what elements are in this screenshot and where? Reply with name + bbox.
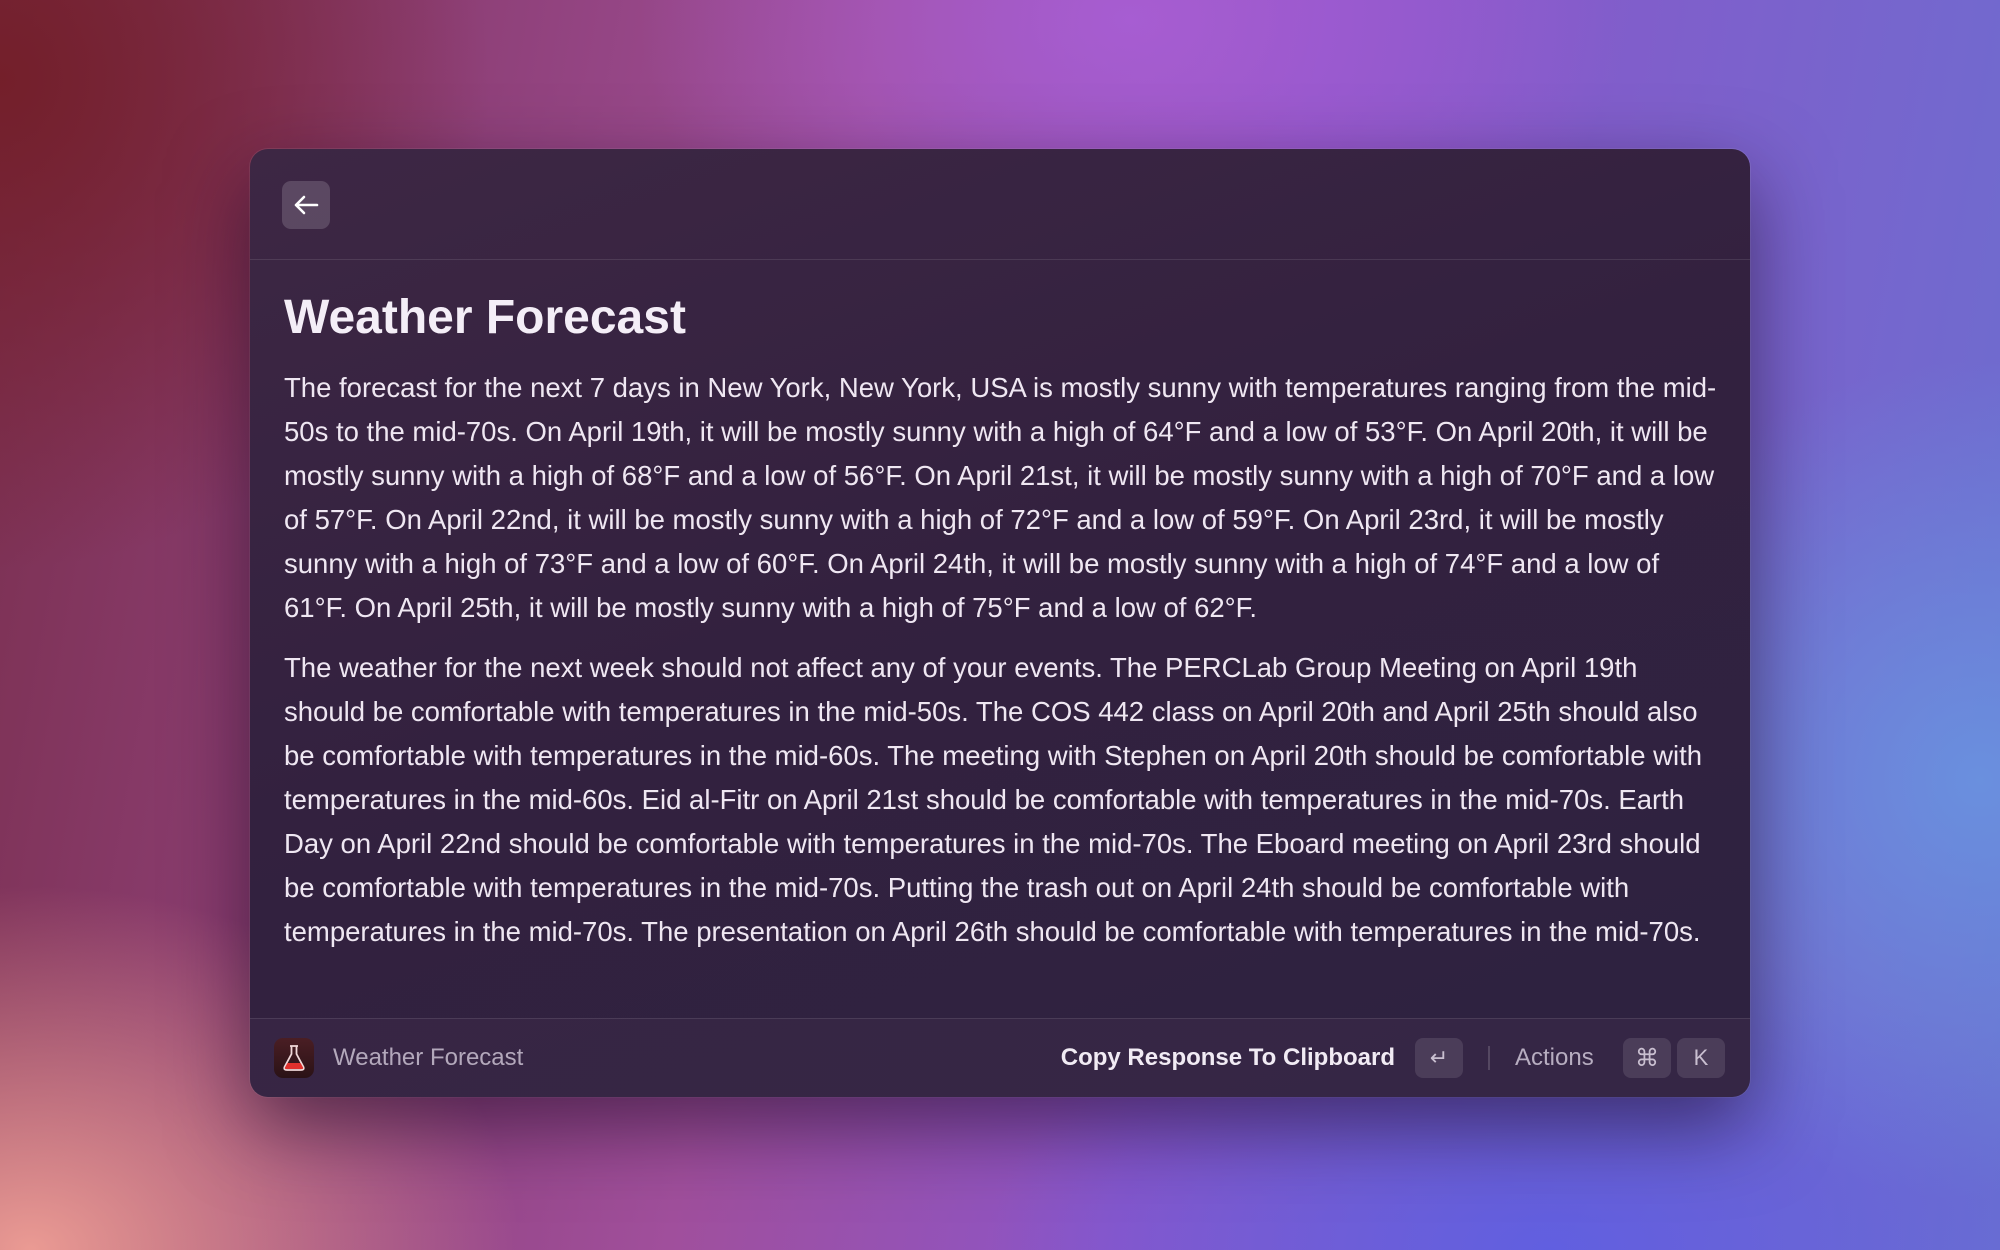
app-name: Weather Forecast	[333, 1044, 524, 1071]
copy-response-button[interactable]: Copy Response To Clipboard	[1061, 1043, 1395, 1073]
enter-key-icon[interactable]: ↵	[1415, 1038, 1463, 1078]
k-key-icon[interactable]: K	[1677, 1038, 1725, 1078]
flask-icon	[274, 1038, 314, 1078]
forecast-paragraph: The forecast for the next 7 days in New …	[284, 372, 1717, 623]
actions-button[interactable]: Actions	[1515, 1043, 1594, 1073]
top-bar	[250, 149, 1750, 260]
back-button[interactable]	[282, 181, 330, 229]
events-paragraph: The weather for the next week should not…	[284, 652, 1703, 947]
response-content[interactable]: Weather Forecast The forecast for the ne…	[284, 260, 1724, 1017]
arrow-left-icon	[293, 194, 319, 216]
command-window: Weather Forecast The forecast for the ne…	[250, 149, 1750, 1097]
bottom-bar: Weather Forecast Copy Response To Clipbo…	[250, 1018, 1750, 1097]
divider	[1488, 1046, 1490, 1070]
desktop-background: Weather Forecast The forecast for the ne…	[0, 0, 2000, 1250]
command-key-icon[interactable]: ⌘	[1623, 1038, 1671, 1078]
page-title: Weather Forecast	[284, 291, 686, 344]
